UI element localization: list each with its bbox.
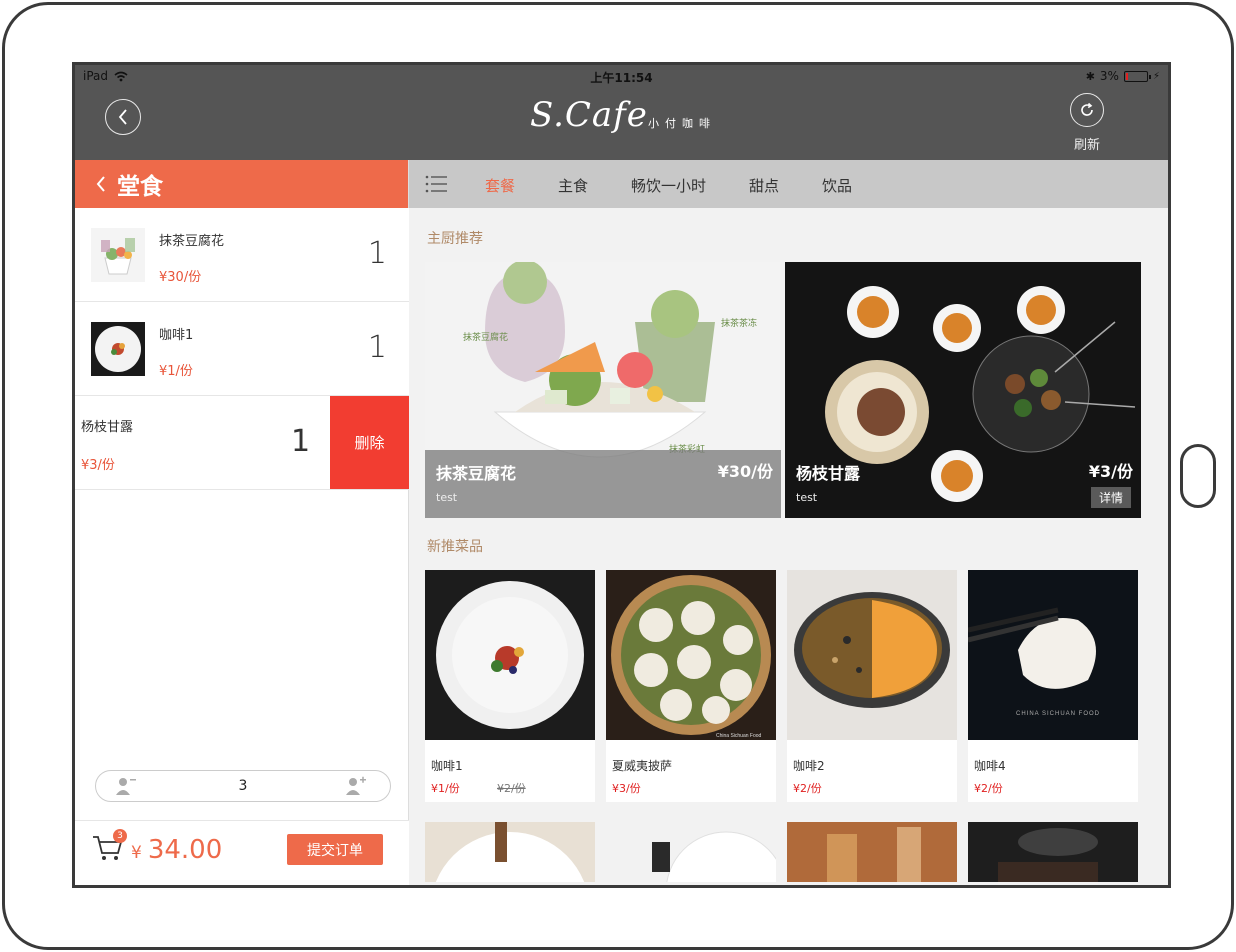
item-quantity: 1 xyxy=(367,330,387,365)
dish-card[interactable] xyxy=(425,822,595,882)
order-title: 堂食 xyxy=(117,174,163,200)
order-item-content[interactable]: 杨枝甘露 ¥3/份 1 xyxy=(75,396,330,489)
dish-name: 咖啡4 xyxy=(974,759,1006,773)
image-caption: 抹茶豆腐花 xyxy=(463,331,508,342)
order-item[interactable]: 抹茶豆腐花 ¥30/份 1 xyxy=(75,208,409,302)
guest-stepper: 3 xyxy=(95,770,391,802)
dish-card[interactable]: 咖啡1 ¥1/份 ¥2/份 xyxy=(425,570,595,802)
logo-script: S.Cafe xyxy=(530,95,648,135)
tab-set-meal[interactable]: 套餐 xyxy=(485,175,515,196)
item-quantity: 1 xyxy=(367,236,387,271)
refresh-label: 刷新 xyxy=(1073,138,1100,153)
dish-price: ¥2/份 xyxy=(974,782,1003,795)
menu-content: 主厨推荐 抹茶豆腐花 抹茶茶冻 抹茶彩虹 抹茶豆腐花 test ¥30/份 杨枝… xyxy=(409,208,1168,885)
category-tabs: 套餐 主食 畅饮一小时 甜点 饮品 xyxy=(409,160,1168,208)
nav-bar: iPad 上午11:54 ✱ 3% ⚡ S.Cafe 小付咖啡 刷新 xyxy=(75,65,1168,160)
section-new-dishes: 新推菜品 xyxy=(427,539,483,555)
image-watermark: China Sichuan Food xyxy=(716,733,762,739)
cafe-logo: S.Cafe 小付咖啡 xyxy=(530,95,720,147)
dish-price: ¥3/份 xyxy=(612,782,641,795)
dish-image xyxy=(968,822,1138,882)
status-bar: iPad 上午11:54 ✱ 3% ⚡ xyxy=(75,65,1168,87)
dish-card[interactable]: China Sichuan Food 夏威夷披萨 ¥3/份 xyxy=(606,570,776,802)
dish-image xyxy=(425,822,595,882)
dish-price: ¥2/份 xyxy=(793,782,822,795)
featured-desc: test xyxy=(436,491,458,504)
item-name: 咖啡1 xyxy=(159,328,194,343)
app-screen: iPad 上午11:54 ✱ 3% ⚡ S.Cafe 小付咖啡 刷新 堂食 抹茶… xyxy=(72,62,1171,888)
currency-symbol: ¥ xyxy=(131,843,142,863)
item-quantity: 1 xyxy=(291,424,311,459)
item-name: 杨枝甘露 xyxy=(81,420,134,435)
charging-icon: ⚡ xyxy=(1152,70,1160,82)
dish-card[interactable] xyxy=(968,822,1138,882)
total-amount: 34.00 xyxy=(147,835,223,865)
chevron-left-icon xyxy=(118,109,127,125)
home-button[interactable] xyxy=(1180,444,1216,508)
item-name: 抹茶豆腐花 xyxy=(159,234,225,249)
image-caption: 抹茶茶冻 xyxy=(721,317,757,328)
image-watermark: CHINA SICHUAN FOOD xyxy=(1016,711,1100,717)
list-menu-icon[interactable] xyxy=(425,174,449,194)
dish-price: ¥1/份 xyxy=(431,782,460,795)
add-person-icon[interactable] xyxy=(344,776,368,796)
chevron-left-icon xyxy=(96,176,105,192)
dish-card[interactable] xyxy=(606,822,776,882)
dish-image xyxy=(425,570,595,740)
logo-subtitle: 小付咖啡 xyxy=(648,117,716,130)
dish-image xyxy=(787,822,957,882)
bluetooth-icon: ✱ xyxy=(1085,69,1095,83)
refresh-icon xyxy=(1070,93,1104,127)
dish-name: 夏威夷披萨 xyxy=(612,759,673,773)
dish-card[interactable] xyxy=(787,822,957,882)
featured-card[interactable]: 杨枝甘露 test ¥3/份 详情 xyxy=(785,262,1141,518)
featured-card[interactable]: 抹茶豆腐花 抹茶茶冻 抹茶彩虹 抹茶豆腐花 test ¥30/份 xyxy=(425,262,781,518)
tab-staple[interactable]: 主食 xyxy=(558,175,588,196)
section-chef-recommend: 主厨推荐 xyxy=(427,231,483,247)
cart-bar: 3 ¥34.00 提交订单 xyxy=(75,820,409,885)
item-price: ¥3/份 xyxy=(81,458,115,473)
back-button[interactable] xyxy=(105,99,141,135)
item-price: ¥30/份 xyxy=(159,270,202,285)
featured-name: 抹茶豆腐花 xyxy=(436,464,517,483)
order-item[interactable]: 咖啡1 ¥1/份 1 xyxy=(75,302,409,396)
dish-card[interactable]: 咖啡2 ¥2/份 xyxy=(787,570,957,802)
delete-button[interactable]: 删除 xyxy=(330,396,409,489)
tab-beverage[interactable]: 饮品 xyxy=(822,175,852,196)
detail-button[interactable]: 详情 xyxy=(1090,487,1131,508)
dish-card[interactable]: CHINA SICHUAN FOOD 咖啡4 ¥2/份 xyxy=(968,570,1138,802)
cart-badge: 3 xyxy=(113,829,127,843)
tab-drinks-hour[interactable]: 畅饮一小时 xyxy=(631,175,706,196)
battery-percent: 3% xyxy=(1099,69,1119,83)
submit-order-button[interactable]: 提交订单 xyxy=(287,834,383,865)
dish-image xyxy=(606,822,776,882)
dish-original-price: ¥2/份 xyxy=(497,782,526,795)
dish-image xyxy=(787,570,957,740)
dish-thumbnail xyxy=(91,228,145,282)
order-item-swiped[interactable]: 杨枝甘露 ¥3/份 1 删除 xyxy=(75,396,409,490)
battery-icon xyxy=(1123,70,1151,82)
dish-thumbnail xyxy=(91,322,145,376)
dish-image: China Sichuan Food xyxy=(606,570,776,740)
item-price: ¥1/份 xyxy=(159,364,193,379)
featured-name: 杨枝甘露 xyxy=(796,464,861,483)
order-total: ¥34.00 xyxy=(131,835,222,865)
order-header[interactable]: 堂食 xyxy=(75,160,408,208)
order-panel: 堂食 抹茶豆腐花 ¥30/份 1 咖啡1 ¥1/份 1 杨枝甘露 ¥3/份 1 … xyxy=(75,160,409,885)
status-time: 上午11:54 xyxy=(590,71,653,85)
tab-dessert[interactable]: 甜点 xyxy=(749,175,779,196)
refresh-button[interactable]: 刷新 xyxy=(1068,93,1106,153)
featured-desc: test xyxy=(796,491,818,504)
featured-price: ¥30/份 xyxy=(717,462,773,481)
featured-price: ¥3/份 xyxy=(1088,462,1133,481)
dish-name: 咖啡2 xyxy=(793,759,825,773)
dish-image: CHINA SICHUAN FOOD xyxy=(968,570,1138,740)
dish-name: 咖啡1 xyxy=(431,759,463,773)
